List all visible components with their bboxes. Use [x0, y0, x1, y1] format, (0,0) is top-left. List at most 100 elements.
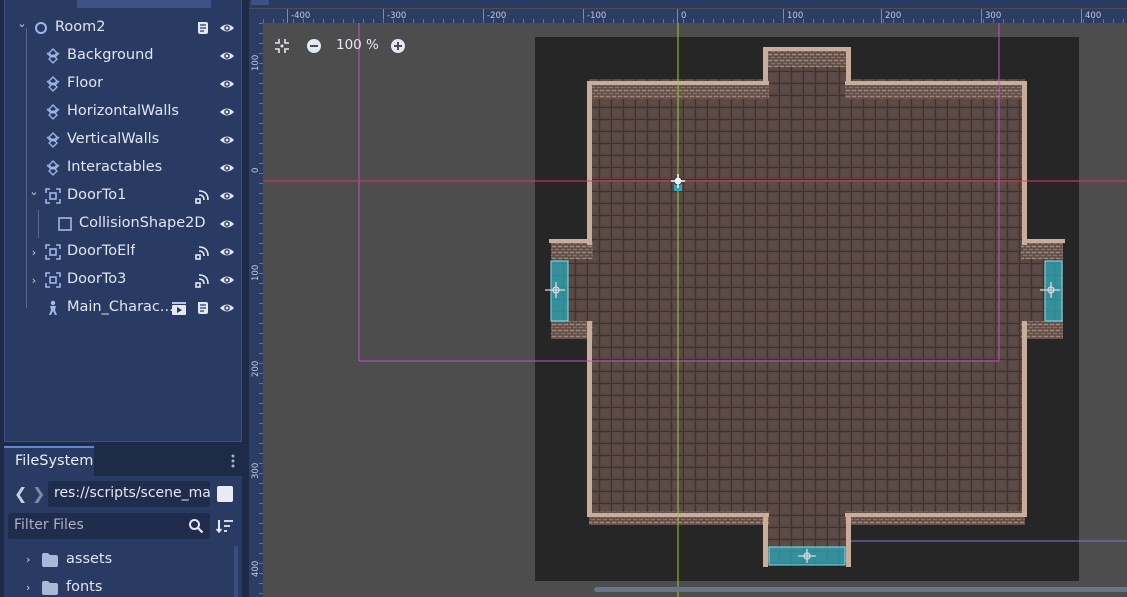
tilemap-icon	[46, 160, 60, 176]
scene-node-label[interactable]: Room2	[55, 19, 106, 35]
ruler-tick-label: 300	[251, 462, 261, 479]
filesystem-panel: FileSystem ❮ ❯ res://scripts/scene_ma Fi…	[4, 445, 242, 597]
tree-guide-line	[38, 210, 39, 238]
filter-files-input[interactable]: Filter Files	[8, 513, 210, 539]
scene-tree-row[interactable]: Main_Charac...	[11, 294, 241, 322]
scene-tree-row[interactable]: Interactables	[11, 154, 241, 182]
node-type-icon	[45, 160, 61, 176]
scene-node-label[interactable]: HorizontalWalls	[67, 103, 179, 119]
file-list-item[interactable]: › fonts	[4, 576, 234, 597]
signals-icon[interactable]	[195, 272, 211, 288]
scene-tree-row[interactable]: HorizontalWalls	[11, 98, 241, 126]
center-view-icon[interactable]	[273, 37, 291, 55]
node-type-icon	[57, 216, 73, 232]
node-type-icon	[45, 272, 61, 288]
scene-node-label[interactable]: DoorTo1	[67, 187, 126, 203]
scene-panel: ⌄ Room2 Background Floor HorizontalWalls Vert…	[4, 0, 242, 442]
tilemap-icon	[46, 48, 60, 64]
chevron-right-icon[interactable]: ›	[26, 553, 30, 566]
scene-tree-row[interactable]: CollisionShape2D	[11, 210, 241, 238]
character-body-icon	[49, 300, 57, 315]
eye-icon[interactable]	[219, 300, 235, 316]
ruler-tick-label: 100	[787, 11, 804, 21]
scene-node-label[interactable]: Interactables	[67, 159, 162, 175]
path-field[interactable]: res://scripts/scene_ma	[48, 481, 210, 507]
chevron-right-icon[interactable]: ›	[29, 246, 39, 259]
scene-node-label[interactable]: Background	[67, 47, 154, 63]
panel-menu-icon[interactable]	[230, 453, 236, 469]
zoom-out-icon[interactable]	[305, 37, 323, 55]
zoom-in-icon[interactable]	[389, 37, 407, 55]
node-type-icon	[45, 132, 61, 148]
script-icon[interactable]	[195, 300, 211, 316]
eye-icon[interactable]	[219, 216, 235, 232]
filesystem-tab[interactable]: FileSystem	[4, 446, 94, 476]
eye-icon[interactable]	[219, 188, 235, 204]
scene-tree-row[interactable]: Floor	[11, 70, 241, 98]
scene-tree-row[interactable]: ⌄ DoorTo1	[11, 182, 241, 210]
eye-icon[interactable]	[219, 104, 235, 120]
room-floor	[551, 49, 1063, 563]
zoom-level-label[interactable]: 100 %	[336, 37, 379, 53]
ruler-tick	[1081, 9, 1082, 23]
instance-icon[interactable]	[171, 300, 187, 316]
folder-icon	[42, 581, 58, 595]
sort-icon[interactable]	[216, 518, 234, 534]
eye-icon[interactable]	[219, 48, 235, 64]
scene-tree-row[interactable]: ⌄ Room2	[11, 14, 241, 42]
file-item-label: assets	[66, 551, 113, 567]
ruler-tick	[881, 9, 882, 23]
back-arrow-icon[interactable]: ❮	[14, 484, 27, 503]
node-type-icon	[33, 20, 49, 36]
tree-guide-line	[26, 28, 27, 308]
scene-node-label[interactable]: CollisionShape2D	[79, 215, 206, 231]
eye-icon[interactable]	[219, 244, 235, 260]
filesystem-scrollbar[interactable]	[234, 546, 238, 597]
tilemap-icon	[46, 132, 60, 148]
chevron-right-icon[interactable]: ›	[26, 581, 30, 594]
scene-tree-row[interactable]: Background	[11, 42, 241, 70]
filesystem-body: ❮ ❯ res://scripts/scene_ma Filter Files …	[4, 476, 242, 597]
scene-tab-stub[interactable]	[77, 0, 211, 8]
area2d-icon	[45, 244, 61, 260]
signals-icon[interactable]	[195, 188, 211, 204]
ruler-tick	[287, 9, 288, 23]
file-list-item[interactable]: › assets	[4, 548, 234, 574]
eye-icon[interactable]	[219, 272, 235, 288]
scene-tree: ⌄ Room2 Background Floor HorizontalWalls Vert…	[11, 14, 241, 440]
scene-tree-row[interactable]: › DoorToElf	[11, 238, 241, 266]
eye-icon[interactable]	[219, 20, 235, 36]
node-type-icon	[45, 48, 61, 64]
left-dock: ⌄ Room2 Background Floor HorizontalWalls Vert…	[0, 0, 247, 597]
ruler-corner	[249, 9, 263, 23]
scene-canvas[interactable]	[263, 23, 1127, 597]
search-icon	[189, 519, 204, 534]
chevron-right-icon[interactable]: ›	[29, 274, 39, 287]
scene-node-label[interactable]: Floor	[67, 75, 103, 91]
eye-icon[interactable]	[219, 132, 235, 148]
scene-node-label[interactable]: VerticalWalls	[67, 131, 159, 147]
horizontal-scrollbar[interactable]	[594, 587, 1127, 592]
tilemap-icon	[46, 104, 60, 120]
scene-node-label[interactable]: Main_Charac...	[67, 299, 174, 315]
node-type-icon	[45, 76, 61, 92]
area2d-icon	[45, 188, 61, 204]
node-type-icon	[45, 244, 61, 260]
chevron-down-icon[interactable]: ⌄	[29, 185, 39, 198]
vertical-ruler: 100 0 100 200 300 400	[249, 9, 263, 597]
eye-icon[interactable]	[219, 160, 235, 176]
script-icon[interactable]	[195, 20, 211, 36]
eye-icon[interactable]	[219, 76, 235, 92]
node-type-icon	[45, 104, 61, 120]
layout-toggle-icon[interactable]	[217, 486, 233, 502]
scene-tree-row[interactable]: › DoorTo3	[11, 266, 241, 294]
viewport-tab-stub[interactable]	[251, 0, 269, 5]
scene-node-label[interactable]: DoorTo3	[67, 271, 126, 287]
viewport-2d[interactable]: -400 -300 -200 -100 0 100 200 300 400 100 0 100 200…	[247, 0, 1127, 597]
scene-tree-row[interactable]: VerticalWalls	[11, 126, 241, 154]
node-type-icon	[45, 300, 61, 316]
signals-icon[interactable]	[195, 244, 211, 260]
forward-arrow-icon[interactable]: ❯	[32, 484, 45, 503]
tilemap-icon	[46, 76, 60, 92]
scene-node-label[interactable]: DoorToElf	[67, 243, 135, 259]
